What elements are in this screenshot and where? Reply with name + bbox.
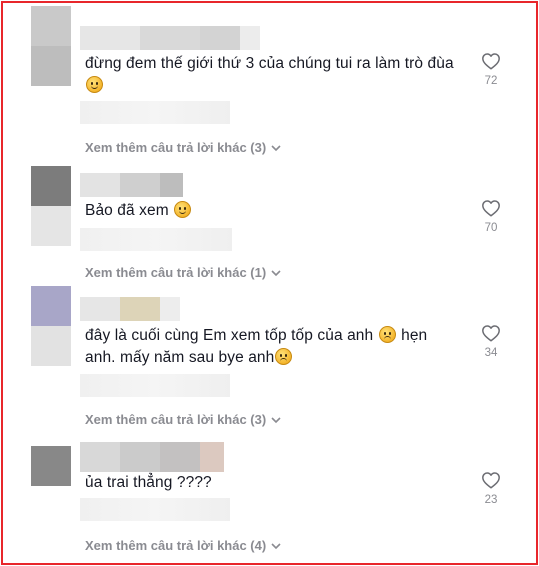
comment-meta-blurred	[80, 101, 230, 124]
view-more-replies-button[interactable]: Xem thêm câu trả lời khác (3)	[85, 412, 281, 427]
like-button[interactable]: 23	[474, 471, 508, 506]
chevron-down-icon	[271, 542, 281, 549]
like-count: 70	[484, 222, 498, 234]
view-more-replies-button[interactable]: Xem thêm câu trả lời khác (3)	[85, 140, 281, 155]
heart-icon	[482, 53, 500, 70]
heart-icon	[482, 200, 500, 217]
avatar[interactable]	[31, 166, 71, 246]
avatar[interactable]	[31, 6, 71, 86]
chevron-down-icon	[271, 144, 281, 151]
comment-meta-blurred	[80, 498, 230, 521]
like-count: 23	[484, 494, 498, 506]
chevron-down-icon	[271, 416, 281, 423]
like-count: 34	[484, 347, 498, 359]
view-more-replies-button[interactable]: Xem thêm câu trả lời khác (1)	[85, 265, 281, 280]
username-blurred[interactable]	[80, 26, 260, 50]
frowning-emoji	[275, 348, 293, 365]
username-blurred[interactable]	[80, 297, 180, 321]
username-blurred[interactable]	[80, 442, 224, 472]
view-more-replies-button[interactable]: Xem thêm câu trả lời khác (4)	[85, 538, 281, 553]
comment-meta-blurred	[80, 228, 232, 251]
avatar[interactable]	[31, 286, 71, 366]
frowning-emoji	[378, 326, 396, 343]
username-blurred[interactable]	[80, 173, 183, 197]
heart-icon	[482, 325, 500, 342]
like-count: 72	[484, 75, 498, 87]
comment-text: ủa trai thẳng ????	[85, 474, 212, 491]
comment-text: đừng đem thế giới thứ 3 của chúng tui ra…	[85, 53, 470, 97]
smiling-emoji	[174, 201, 192, 218]
avatar[interactable]	[31, 446, 71, 526]
like-button[interactable]: 70	[474, 199, 508, 234]
chevron-down-icon	[271, 269, 281, 276]
comment-meta-blurred	[80, 374, 230, 397]
heart-icon	[482, 472, 500, 489]
like-button[interactable]: 34	[474, 324, 508, 359]
grinning-sweat-emoji	[86, 76, 103, 93]
comment-text: đây là cuối cùng Em xem tốp tốp của anh …	[85, 326, 428, 366]
like-button[interactable]: 72	[474, 52, 508, 87]
comment-text: Bảo đã xem	[85, 200, 470, 222]
